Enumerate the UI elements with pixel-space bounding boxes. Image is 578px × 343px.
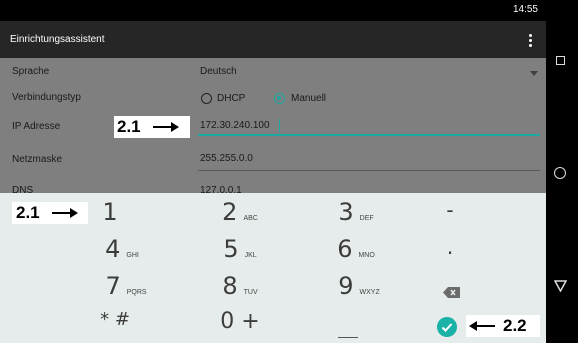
- callout-keypad-label: 2.1: [16, 203, 40, 222]
- language-label: Sprache: [12, 66, 50, 77]
- backspace-icon[interactable]: [443, 287, 460, 298]
- key-6[interactable]: 6 MNO: [326, 235, 386, 271]
- app-bar: Einrichtungsassistent: [0, 21, 546, 58]
- key-minus[interactable]: -: [430, 198, 470, 234]
- arrow-right-icon: [51, 208, 78, 218]
- radio-manual[interactable]: [274, 93, 285, 104]
- ip-address-label: IP Adresse: [12, 121, 61, 132]
- key-4[interactable]: 4 GHI: [92, 235, 152, 271]
- netmask-input[interactable]: 255.255.0.0: [200, 153, 253, 164]
- callout-keypad: 2.1: [12, 202, 88, 224]
- language-select[interactable]: Deutsch: [200, 66, 237, 77]
- screen: 14:55 Einrichtungsassistent Sprache Deut…: [0, 0, 546, 343]
- callout-done-label: 2.2: [503, 316, 527, 335]
- callout-ip-field: 2.1: [114, 116, 190, 138]
- key-3[interactable]: 3 DEF: [326, 198, 386, 234]
- key-1[interactable]: 1: [90, 198, 130, 234]
- ip-address-underline: [198, 134, 540, 136]
- key-star-hash[interactable]: * #: [90, 309, 140, 343]
- arrow-right-icon: [152, 122, 179, 132]
- key-7[interactable]: 7 PQRS: [96, 272, 156, 308]
- key-9[interactable]: 9 WXYZ: [326, 272, 392, 308]
- key-8[interactable]: 8 TUV: [210, 272, 270, 308]
- radio-manual-label[interactable]: Manuell: [291, 93, 326, 104]
- ip-address-input[interactable]: 172.30.240.100: [200, 120, 270, 131]
- netmask-underline: [198, 170, 540, 171]
- radio-dhcp-label[interactable]: DHCP: [217, 93, 245, 104]
- key-dot[interactable]: .: [430, 235, 470, 271]
- overflow-menu-icon[interactable]: [524, 30, 536, 50]
- netmask-label: Netzmaske: [12, 154, 63, 165]
- home-icon[interactable]: [554, 167, 566, 179]
- space-key[interactable]: [338, 337, 358, 338]
- connection-type-label: Verbindungstyp: [12, 92, 81, 103]
- text-cursor: [279, 119, 280, 132]
- key-5[interactable]: 5 JKL: [210, 235, 270, 271]
- checkmark-circle-icon[interactable]: [437, 317, 457, 337]
- status-bar: 14:55: [0, 0, 546, 21]
- status-clock: 14:55: [512, 4, 538, 15]
- arrow-left-icon: [469, 321, 495, 331]
- callout-ip-label: 2.1: [117, 117, 141, 136]
- radio-dhcp[interactable]: [201, 93, 212, 104]
- back-icon[interactable]: [554, 280, 567, 292]
- app-title: Einrichtungsassistent: [10, 34, 105, 45]
- key-2[interactable]: 2 ABC: [210, 198, 270, 234]
- numeric-keypad: 1 2 ABC 3 DEF - 4 GHI 5 JKL 6 MNO . 7 PQ…: [0, 193, 546, 343]
- recents-icon[interactable]: [556, 56, 565, 65]
- callout-done: 2.2: [466, 315, 540, 337]
- key-0-plus[interactable]: 0 +: [210, 309, 270, 343]
- dropdown-arrow-icon[interactable]: [530, 71, 538, 76]
